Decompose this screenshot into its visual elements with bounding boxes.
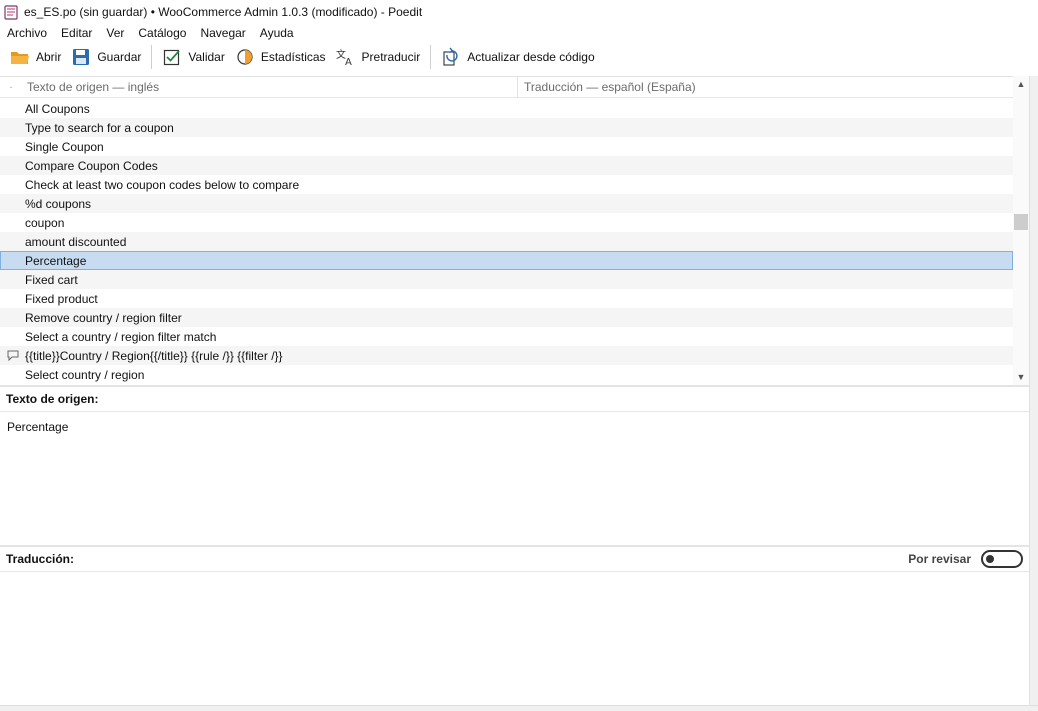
row-source-text: Type to search for a coupon [25, 120, 174, 135]
toolbar-separator [151, 45, 153, 69]
scroll-up-arrow-icon[interactable]: ▲ [1013, 77, 1029, 91]
svg-text:A: A [345, 57, 352, 66]
list-row[interactable]: Single Coupon [0, 137, 1013, 156]
list-row[interactable]: All Coupons [0, 99, 1013, 118]
translate-icon: 文 A [336, 47, 356, 67]
save-disk-icon [71, 47, 91, 67]
row-source-text: All Coupons [25, 101, 90, 116]
menu-editar[interactable]: Editar [61, 26, 92, 40]
strings-list: · Texto de origen — inglés Traducción — … [0, 76, 1029, 385]
list-row[interactable]: Fixed cart [0, 270, 1013, 289]
row-source-text: Check at least two coupon codes below to… [25, 177, 300, 192]
pie-chart-icon [235, 47, 255, 67]
menu-navegar[interactable]: Navegar [200, 26, 245, 40]
save-button[interactable]: Guardar [67, 44, 145, 70]
right-edge [1029, 76, 1038, 711]
pretranslate-label: Pretraducir [361, 50, 421, 64]
row-source-text: Single Coupon [25, 139, 104, 154]
title-bar: es_ES.po (sin guardar) • WooCommerce Adm… [0, 0, 1038, 24]
list-row[interactable]: {{title}}Country / Region{{/title}} {{ru… [0, 346, 1013, 365]
menu-catalogo[interactable]: Catálogo [138, 26, 186, 40]
row-source-text: Remove country / region filter [25, 310, 182, 325]
list-row[interactable]: %d coupons [0, 194, 1013, 213]
open-button[interactable]: Abrir [6, 44, 65, 70]
open-label: Abrir [36, 50, 62, 64]
list-row[interactable]: Select country / region [0, 365, 1013, 384]
list-vertical-scrollbar[interactable]: ▲ ▼ [1013, 76, 1029, 385]
list-header: · Texto de origen — inglés Traducción — … [0, 76, 1029, 98]
list-row[interactable]: coupon [0, 213, 1013, 232]
list-row[interactable]: Fixed product [0, 289, 1013, 308]
row-source-text: Fixed cart [25, 272, 78, 287]
source-text-panel: Texto de origen: Percentage [0, 387, 1029, 545]
list-row[interactable]: amount discounted [0, 232, 1013, 251]
update-source-icon [441, 47, 461, 67]
row-source-text: {{title}}Country / Region{{/title}} {{ru… [25, 348, 283, 363]
column-translation-header[interactable]: Traducción — español (España) [518, 80, 696, 94]
menu-bar: Archivo Editar Ver Catálogo Navegar Ayud… [0, 24, 308, 42]
source-text: Percentage [7, 420, 69, 434]
fuzzy-control: Por revisar [908, 550, 1023, 568]
menu-ayuda[interactable]: Ayuda [260, 26, 294, 40]
update-from-source-label: Actualizar desde código [467, 50, 595, 64]
list-row[interactable]: Percentage [0, 251, 1013, 270]
toolbar-separator [430, 45, 432, 69]
statistics-label: Estadísticas [260, 50, 326, 64]
row-source-text: coupon [25, 215, 65, 230]
translation-input[interactable] [0, 572, 1029, 702]
save-label: Guardar [97, 50, 142, 64]
fuzzy-label: Por revisar [908, 552, 971, 566]
rows-container: All Coupons Type to search for a coupon Si… [0, 99, 1013, 384]
row-source-text: %d coupons [25, 196, 92, 211]
translation-heading-bar: Traducción: Por revisar [0, 547, 1029, 572]
toggle-knob [986, 555, 994, 563]
column-marker[interactable]: · [0, 82, 22, 93]
row-source-text: Select a country / region filter match [25, 329, 217, 344]
row-source-text: Fixed product [25, 291, 98, 306]
row-source-text: Select country / region [25, 367, 145, 382]
list-row[interactable]: Remove country / region filter [0, 308, 1013, 327]
list-row[interactable]: Check at least two coupon codes below to… [0, 175, 1013, 194]
translation-heading: Traducción: [6, 552, 75, 566]
list-row[interactable]: Compare Coupon Codes [0, 156, 1013, 175]
comment-icon [0, 350, 25, 361]
status-bar [0, 705, 1038, 711]
scroll-thumb[interactable] [1014, 214, 1028, 230]
source-heading: Texto de origen: [0, 387, 1029, 412]
checkbox-check-icon [162, 47, 182, 67]
validate-label: Validar [188, 50, 225, 64]
list-row[interactable]: Select a country / region filter match [0, 327, 1013, 346]
poedit-app-icon [4, 4, 19, 20]
row-source-text: amount discounted [25, 234, 127, 249]
row-source-text: Compare Coupon Codes [25, 158, 158, 173]
translation-panel: Traducción: Por revisar [0, 547, 1029, 705]
fuzzy-toggle[interactable] [981, 550, 1023, 568]
menu-archivo[interactable]: Archivo [7, 26, 47, 40]
menu-ver[interactable]: Ver [106, 26, 124, 40]
column-source-header[interactable]: Texto de origen — inglés [22, 76, 518, 98]
statistics-button[interactable]: Estadísticas [231, 44, 330, 70]
row-source-text: Percentage [25, 253, 87, 268]
window-title: es_ES.po (sin guardar) • WooCommerce Adm… [24, 5, 423, 19]
scroll-down-arrow-icon[interactable]: ▼ [1013, 370, 1029, 384]
folder-icon [10, 47, 30, 67]
list-row[interactable]: Type to search for a coupon [0, 118, 1013, 137]
validate-button[interactable]: Validar [158, 44, 228, 70]
update-from-source-button[interactable]: Actualizar desde código [437, 44, 598, 70]
pretranslate-button[interactable]: 文 A Pretraducir [332, 44, 425, 70]
toolbar: Abrir Guardar Validar Estadísticas 文 A P… [0, 43, 1038, 71]
